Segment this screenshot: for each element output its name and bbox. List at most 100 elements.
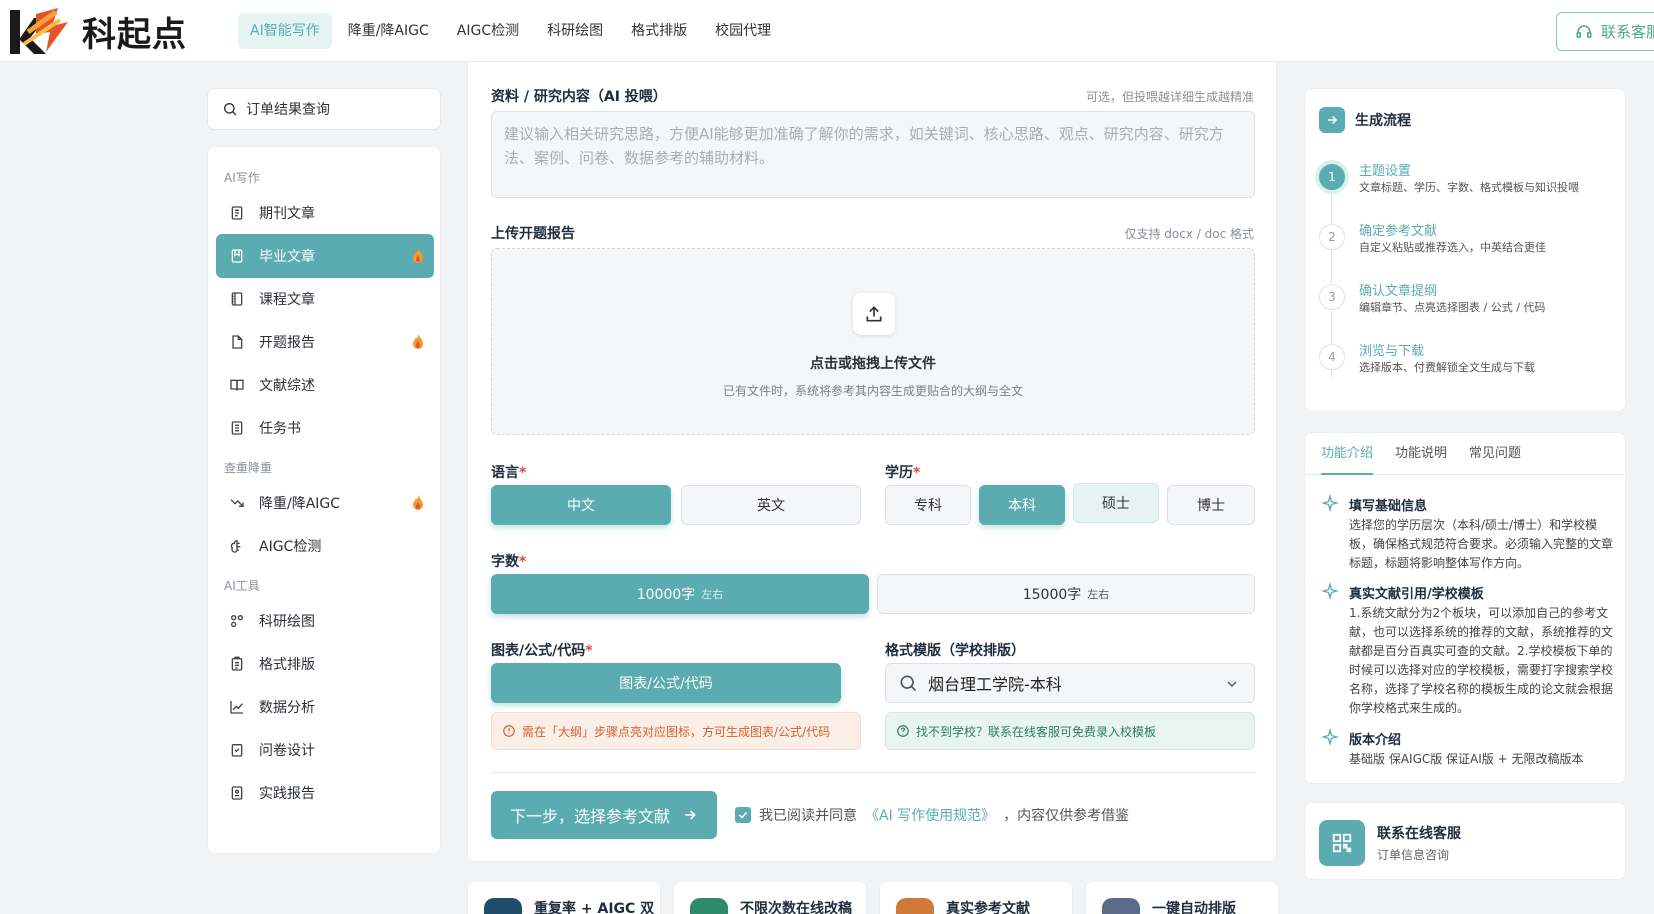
upload-subtitle: 已有文件时，系统将参考其内容生成更贴合的大纲与全文 bbox=[722, 384, 1023, 398]
words-note: 左右 bbox=[701, 588, 724, 601]
words-value: 15000字 bbox=[1022, 587, 1082, 603]
divider bbox=[491, 772, 1255, 773]
sidebar-item-review[interactable]: 文献综述 bbox=[216, 363, 434, 407]
feature-card-auto-format: 一键自动排版 bbox=[1085, 881, 1279, 914]
material-textarea[interactable]: 建议输入相关研究思路，方便AI能够更加准确了解你的需求，如关键词、核心思路、观点… bbox=[491, 111, 1255, 198]
feature-card-label: 重复率 + AIGC 双 bbox=[534, 901, 655, 914]
words-option-10000[interactable]: 10000字 左右 bbox=[491, 574, 869, 614]
clipboard-icon bbox=[227, 654, 247, 674]
sidebar-item-aigc-detect[interactable]: AIGC检测 bbox=[216, 524, 434, 568]
support-subtitle: 订单信息咨询 bbox=[1377, 848, 1450, 862]
top-header: 科起点 AI智能写作 降重/降AIGC AIGC检测 科研绘图 格式排版 校园代… bbox=[0, 0, 1654, 62]
notebook-icon bbox=[227, 289, 247, 309]
flow-header: 生成流程 bbox=[1319, 107, 1411, 133]
sidebar-item-label: 毕业文章 bbox=[259, 249, 315, 265]
order-search-box[interactable]: 订单结果查询 bbox=[207, 88, 441, 130]
sidebar-item-label: 数据分析 bbox=[259, 700, 315, 716]
list-icon bbox=[227, 418, 247, 438]
search-icon bbox=[224, 103, 237, 116]
sidebar-item-course[interactable]: 课程文章 bbox=[216, 277, 434, 321]
chart-formula-code-button[interactable]: 图表/公式/代码 bbox=[491, 663, 841, 703]
shapes-icon bbox=[227, 611, 247, 631]
sidebar-item-format[interactable]: 格式排版 bbox=[216, 642, 434, 686]
sidebar-item-label: 文献综述 bbox=[259, 378, 315, 394]
upload-dropzone[interactable]: 点击或拖拽上传文件 已有文件时，系统将参考其内容生成更贴合的大纲与全文 bbox=[491, 248, 1255, 435]
feature-card-real-refs: 真实参考文献 bbox=[879, 881, 1073, 914]
step-number: 2 bbox=[1319, 224, 1345, 250]
sidebar-item-survey[interactable]: 问卷设计 bbox=[216, 728, 434, 772]
alert-circle-icon bbox=[503, 725, 515, 737]
step-title: 确认文章提纲 bbox=[1359, 284, 1438, 299]
contact-support-button[interactable]: 联系客服 bbox=[1556, 12, 1654, 51]
help-circle-icon bbox=[897, 725, 909, 737]
nav-aigc-detect[interactable]: AIGC检测 bbox=[445, 13, 531, 49]
degree-option-master[interactable]: 硕士 bbox=[1073, 483, 1159, 523]
next-step-button[interactable]: 下一步，选择参考文献 bbox=[491, 791, 717, 839]
sidebar-group-ai-tools: AI工具 bbox=[224, 579, 260, 593]
intro-panel: 功能介绍 功能说明 常见问题 填写基础信息 选择您的学历层次（本科/硕士/博士）… bbox=[1304, 432, 1626, 784]
degree-option-doctor[interactable]: 博士 bbox=[1167, 485, 1255, 525]
trend-down-icon bbox=[227, 493, 247, 513]
step-number: 3 bbox=[1319, 284, 1345, 310]
sidebar-item-research-draw[interactable]: 科研绘图 bbox=[216, 599, 434, 643]
contact-support-label: 联系客服 bbox=[1601, 23, 1654, 41]
school-template-value: 烟台理工学院-本科 bbox=[928, 675, 1062, 694]
language-option-chinese[interactable]: 中文 bbox=[491, 485, 671, 525]
checklist-icon bbox=[227, 740, 247, 760]
step-desc: 编辑章节、点亮选择图表 / 公式 / 代码 bbox=[1359, 301, 1546, 314]
agreement: 我已阅读并同意 《AI 写作使用规范》 ，内容仅供参考借鉴 bbox=[735, 805, 1129, 825]
agree-checkbox[interactable] bbox=[735, 807, 751, 823]
intro-item-desc: 1.系统文献分为2个板块，可以添加自己的参考文献，也可以选择系统的推荐的文献，系… bbox=[1349, 606, 1614, 715]
intro-item-title: 填写基础信息 bbox=[1349, 499, 1428, 514]
words-option-15000[interactable]: 15000字 左右 bbox=[877, 574, 1255, 614]
feature-card-dual-guarantee: 重复率 + AIGC 双 bbox=[467, 881, 661, 914]
arrow-right-icon bbox=[1319, 107, 1345, 133]
tab-faq[interactable]: 常见问题 bbox=[1469, 433, 1521, 474]
headset-icon bbox=[1576, 24, 1592, 38]
sidebar-item-label: 实践报告 bbox=[259, 786, 315, 802]
brain-icon bbox=[227, 536, 247, 556]
step-number: 4 bbox=[1319, 344, 1345, 370]
support-title: 联系在线客服 bbox=[1377, 826, 1461, 842]
usage-policy-link[interactable]: 《AI 写作使用规范》 bbox=[865, 805, 995, 825]
school-template-select[interactable]: 烟台理工学院-本科 bbox=[885, 663, 1255, 703]
open-book-icon bbox=[227, 375, 247, 395]
sidebar-item-proposal[interactable]: 开题报告 bbox=[216, 320, 434, 364]
sidebar-item-data-analysis[interactable]: 数据分析 bbox=[216, 685, 434, 729]
sidebar-item-practice-report[interactable]: 实践报告 bbox=[216, 771, 434, 815]
sidebar-item-journal[interactable]: 期刊文章 bbox=[216, 191, 434, 235]
nav-ai-writing[interactable]: AI智能写作 bbox=[238, 13, 332, 49]
nav-research-draw[interactable]: 科研绘图 bbox=[535, 13, 615, 49]
intro-item: 填写基础信息 选择您的学历层次（本科/硕士/博士）和学校模板，确保格式规范符合要… bbox=[1321, 494, 1617, 573]
brand-logo[interactable]: 科起点 bbox=[6, 4, 187, 58]
sparkle-icon bbox=[1321, 728, 1339, 746]
degree-label: 学历* bbox=[885, 465, 921, 481]
nav-campus-agent[interactable]: 校园代理 bbox=[703, 13, 783, 49]
sidebar-group-ai-writing: AI写作 bbox=[224, 171, 260, 185]
step-title: 浏览与下载 bbox=[1359, 344, 1425, 359]
step-title: 主题设置 bbox=[1359, 164, 1412, 179]
agree-suffix: ，内容仅供参考借鉴 bbox=[1003, 808, 1130, 824]
template-info-text: 找不到学校？联系在线客服可免费录入校模板 bbox=[916, 724, 1157, 739]
step-desc: 自定义粘贴或推荐选入，中英结合更佳 bbox=[1359, 241, 1546, 254]
sparkle-icon bbox=[1321, 494, 1339, 512]
sidebar-item-graduation[interactable]: 毕业文章 bbox=[216, 234, 434, 278]
order-search-label: 订单结果查询 bbox=[246, 102, 330, 118]
degree-option-junior[interactable]: 专科 bbox=[885, 485, 971, 525]
tab-feature-desc[interactable]: 功能说明 bbox=[1395, 433, 1447, 474]
nav-reduce-repeat[interactable]: 降重/降AIGC bbox=[336, 13, 441, 49]
report-icon bbox=[227, 783, 247, 803]
sidebar-item-label: 课程文章 bbox=[259, 292, 315, 308]
tab-feature-intro[interactable]: 功能介绍 bbox=[1321, 433, 1374, 475]
sidebar-item-label: 问卷设计 bbox=[259, 743, 315, 759]
step-number: 1 bbox=[1319, 164, 1345, 190]
online-support-card[interactable]: 联系在线客服 订单信息咨询 bbox=[1304, 802, 1626, 880]
book-icon bbox=[896, 898, 934, 914]
language-option-english[interactable]: 英文 bbox=[681, 485, 861, 525]
book-icon bbox=[227, 246, 247, 266]
sidebar-item-task[interactable]: 任务书 bbox=[216, 406, 434, 450]
degree-option-bachelor[interactable]: 本科 bbox=[979, 485, 1065, 525]
nav-format[interactable]: 格式排版 bbox=[619, 13, 699, 49]
sidebar-item-label: 格式排版 bbox=[259, 657, 315, 673]
sidebar-item-reduce-aigc[interactable]: 降重/降AIGC bbox=[216, 481, 434, 525]
